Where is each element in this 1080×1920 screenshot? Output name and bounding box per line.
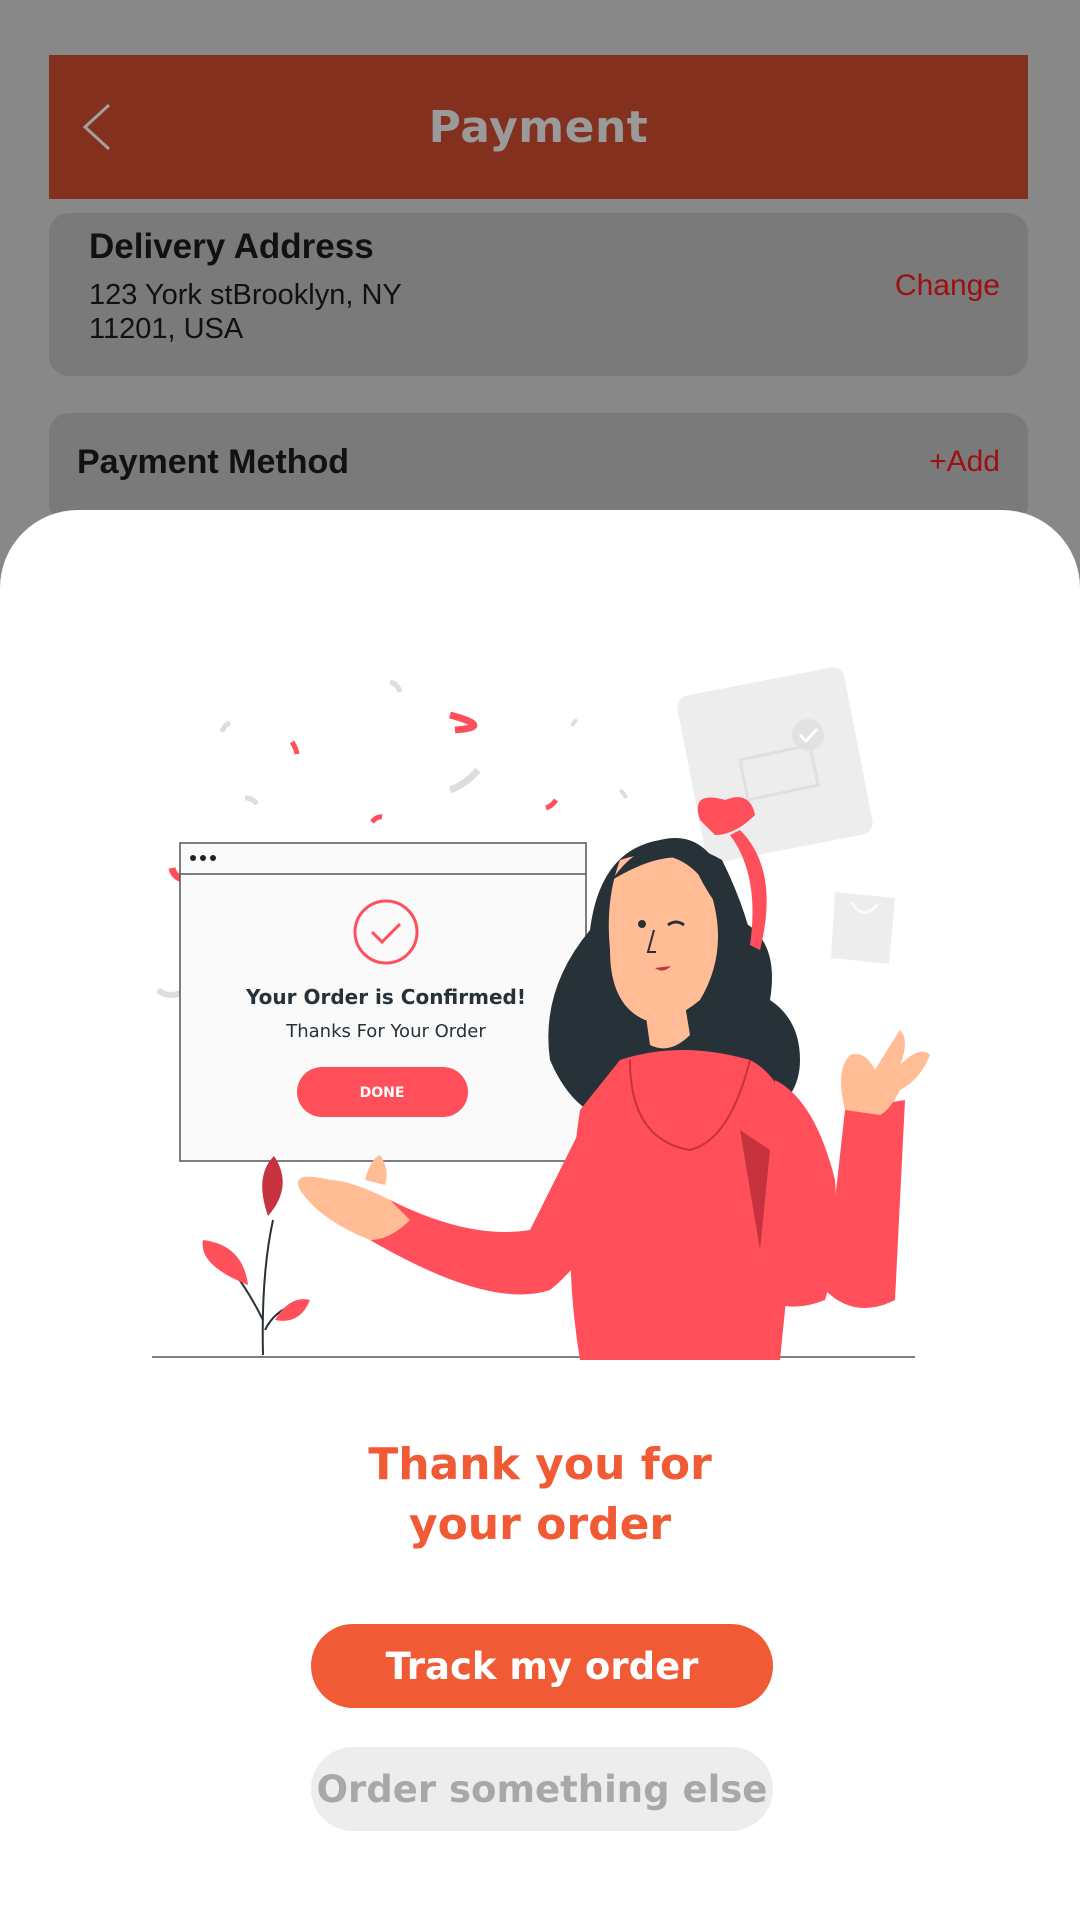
chevron-left-icon bbox=[82, 103, 111, 151]
payment-method-card: Payment Method +Add bbox=[49, 413, 1028, 523]
confirmation-window: Your Order is Confirmed! Thanks For Your… bbox=[179, 842, 587, 1162]
delivery-address-card: Delivery Address 123 York stBrooklyn, NY… bbox=[49, 213, 1028, 376]
change-address-link[interactable]: Change bbox=[895, 269, 1000, 303]
back-button[interactable] bbox=[67, 97, 127, 157]
address-line-1: 123 York stBrooklyn, NY bbox=[89, 279, 402, 311]
add-payment-link[interactable]: +Add bbox=[929, 445, 1000, 479]
window-confirmed-title: Your Order is Confirmed! bbox=[245, 985, 526, 1009]
window-done-label: DONE bbox=[360, 1085, 405, 1101]
thank-you-line-2: your order bbox=[408, 1499, 672, 1550]
window-confirmed-subtitle: Thanks For Your Order bbox=[285, 1021, 486, 1042]
payment-method-title: Payment Method bbox=[77, 443, 350, 481]
page-title: Payment bbox=[428, 101, 649, 153]
app-header: Payment bbox=[49, 55, 1028, 199]
address-line-2: 11201, USA bbox=[89, 313, 244, 345]
plant-decoration bbox=[202, 1156, 310, 1356]
order-something-else-button[interactable]: Order something else bbox=[311, 1747, 773, 1831]
thank-you-title: Thank you for your order bbox=[0, 1435, 1080, 1555]
thank-you-line-1: Thank you for bbox=[368, 1439, 712, 1490]
delivery-address-title: Delivery Address bbox=[89, 227, 374, 266]
order-confirmed-illustration: Your Order is Confirmed! Thanks For Your… bbox=[152, 667, 930, 1360]
track-order-button[interactable]: Track my order bbox=[311, 1624, 773, 1708]
order-confirmation-sheet: Your Order is Confirmed! Thanks For Your… bbox=[0, 510, 1080, 1920]
